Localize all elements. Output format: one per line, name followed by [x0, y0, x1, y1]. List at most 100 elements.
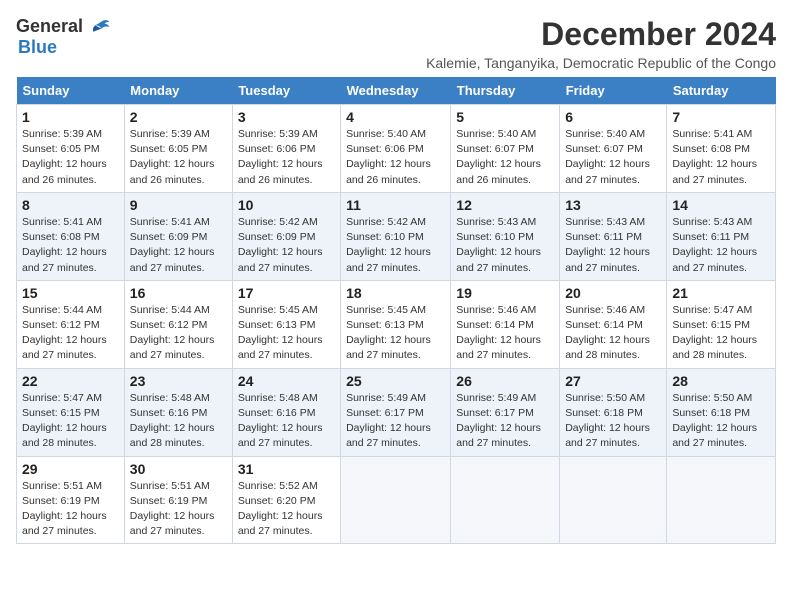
- calendar-cell: 12 Sunrise: 5:43 AMSunset: 6:10 PMDayligh…: [451, 192, 560, 280]
- calendar-cell: [667, 456, 776, 544]
- day-number: 17: [238, 285, 335, 301]
- calendar-cell: 13 Sunrise: 5:43 AMSunset: 6:11 PMDayligh…: [560, 192, 667, 280]
- calendar-cell: 1Sunrise: 5:39 AMSunset: 6:05 PMDaylight…: [17, 105, 125, 193]
- day-info: Sunrise: 5:41 AMSunset: 6:08 PMDaylight:…: [22, 215, 119, 276]
- calendar-cell: [451, 456, 560, 544]
- day-info: Sunrise: 5:46 AMSunset: 6:14 PMDaylight:…: [456, 303, 554, 364]
- day-number: 7: [672, 109, 770, 125]
- day-info: Sunrise: 5:48 AMSunset: 6:16 PMDaylight:…: [238, 391, 335, 452]
- day-info: Sunrise: 5:44 AMSunset: 6:12 PMDaylight:…: [22, 303, 119, 364]
- day-number: 28: [672, 373, 770, 389]
- calendar-cell: 16 Sunrise: 5:44 AMSunset: 6:12 PMDayligh…: [124, 280, 232, 368]
- day-number: 31: [238, 461, 335, 477]
- page-header: General Blue December 2024 Kalemie, Tang…: [16, 16, 776, 71]
- day-number: 15: [22, 285, 119, 301]
- calendar-cell: 28Sunrise: 5:50 AMSunset: 6:18 PMDayligh…: [667, 368, 776, 456]
- day-info: Sunrise: 5:44 AMSunset: 6:12 PMDaylight:…: [130, 303, 227, 364]
- day-info: Sunrise: 5:45 AMSunset: 6:13 PMDaylight:…: [346, 303, 445, 364]
- calendar-cell: 4Sunrise: 5:40 AMSunset: 6:06 PMDaylight…: [341, 105, 451, 193]
- day-number: 21: [672, 285, 770, 301]
- calendar-week-2: 8 Sunrise: 5:41 AMSunset: 6:08 PMDaylight…: [17, 192, 776, 280]
- day-info: Sunrise: 5:43 AMSunset: 6:11 PMDaylight:…: [565, 215, 661, 276]
- logo: General Blue: [16, 16, 111, 58]
- day-number: 23: [130, 373, 227, 389]
- day-number: 29: [22, 461, 119, 477]
- calendar-cell: 5 Sunrise: 5:40 AMSunset: 6:07 PMDaylight…: [451, 105, 560, 193]
- calendar-cell: 3Sunrise: 5:39 AMSunset: 6:06 PMDaylight…: [232, 105, 340, 193]
- calendar-cell: 6 Sunrise: 5:40 AMSunset: 6:07 PMDaylight…: [560, 105, 667, 193]
- day-number: 18: [346, 285, 445, 301]
- day-info: Sunrise: 5:46 AMSunset: 6:14 PMDaylight:…: [565, 303, 661, 364]
- day-info: Sunrise: 5:40 AMSunset: 6:07 PMDaylight:…: [456, 127, 554, 188]
- calendar-cell: 29Sunrise: 5:51 AMSunset: 6:19 PMDayligh…: [17, 456, 125, 544]
- logo-bird-icon: [87, 17, 111, 37]
- day-info: Sunrise: 5:43 AMSunset: 6:10 PMDaylight:…: [456, 215, 554, 276]
- day-info: Sunrise: 5:41 AMSunset: 6:09 PMDaylight:…: [130, 215, 227, 276]
- calendar-week-5: 29 Sunrise: 5:51 AMSunset: 6:19 PMDayligh…: [17, 456, 776, 544]
- day-number: 10: [238, 197, 335, 213]
- calendar-cell: 21 Sunrise: 5:47 AMSunset: 6:15 PMDayligh…: [667, 280, 776, 368]
- day-of-week-thursday: Thursday: [451, 77, 560, 105]
- calendar-cell: 20 Sunrise: 5:46 AMSunset: 6:14 PMDayligh…: [560, 280, 667, 368]
- day-number: 12: [456, 197, 554, 213]
- day-info: Sunrise: 5:47 AMSunset: 6:15 PMDaylight:…: [22, 391, 119, 452]
- day-info: Sunrise: 5:42 AMSunset: 6:10 PMDaylight:…: [346, 215, 445, 276]
- day-number: 14: [672, 197, 770, 213]
- calendar-cell: 18 Sunrise: 5:45 AMSunset: 6:13 PMDayligh…: [341, 280, 451, 368]
- day-number: 20: [565, 285, 661, 301]
- logo-general-text: General: [16, 16, 83, 37]
- day-info: Sunrise: 5:51 AMSunset: 6:19 PMDaylight:…: [130, 479, 227, 540]
- calendar-table: SundayMondayTuesdayWednesdayThursdayFrid…: [16, 77, 776, 544]
- calendar-cell: 10 Sunrise: 5:42 AMSunset: 6:09 PMDayligh…: [232, 192, 340, 280]
- calendar-cell: [341, 456, 451, 544]
- day-number: 22: [22, 373, 119, 389]
- day-info: Sunrise: 5:48 AMSunset: 6:16 PMDaylight:…: [130, 391, 227, 452]
- day-of-week-wednesday: Wednesday: [341, 77, 451, 105]
- day-number: 24: [238, 373, 335, 389]
- day-number: 25: [346, 373, 445, 389]
- day-number: 5: [456, 109, 554, 125]
- month-title: December 2024: [426, 16, 776, 53]
- calendar-cell: 22 Sunrise: 5:47 AMSunset: 6:15 PMDayligh…: [17, 368, 125, 456]
- day-number: 11: [346, 197, 445, 213]
- day-info: Sunrise: 5:49 AMSunset: 6:17 PMDaylight:…: [346, 391, 445, 452]
- calendar-cell: 19Sunrise: 5:46 AMSunset: 6:14 PMDayligh…: [451, 280, 560, 368]
- calendar-cell: 8 Sunrise: 5:41 AMSunset: 6:08 PMDaylight…: [17, 192, 125, 280]
- calendar-cell: 11 Sunrise: 5:42 AMSunset: 6:10 PMDayligh…: [341, 192, 451, 280]
- day-number: 27: [565, 373, 661, 389]
- day-info: Sunrise: 5:39 AMSunset: 6:05 PMDaylight:…: [130, 127, 227, 188]
- day-number: 13: [565, 197, 661, 213]
- day-info: Sunrise: 5:39 AMSunset: 6:06 PMDaylight:…: [238, 127, 335, 188]
- title-section: December 2024 Kalemie, Tanganyika, Democ…: [426, 16, 776, 71]
- calendar-week-4: 22 Sunrise: 5:47 AMSunset: 6:15 PMDayligh…: [17, 368, 776, 456]
- calendar-header-row: SundayMondayTuesdayWednesdayThursdayFrid…: [17, 77, 776, 105]
- day-number: 26: [456, 373, 554, 389]
- day-of-week-saturday: Saturday: [667, 77, 776, 105]
- day-info: Sunrise: 5:52 AMSunset: 6:20 PMDaylight:…: [238, 479, 335, 540]
- day-info: Sunrise: 5:45 AMSunset: 6:13 PMDaylight:…: [238, 303, 335, 364]
- day-number: 4: [346, 109, 445, 125]
- location: Kalemie, Tanganyika, Democratic Republic…: [426, 55, 776, 71]
- calendar-cell: 30 Sunrise: 5:51 AMSunset: 6:19 PMDayligh…: [124, 456, 232, 544]
- calendar-cell: 24 Sunrise: 5:48 AMSunset: 6:16 PMDayligh…: [232, 368, 340, 456]
- day-number: 9: [130, 197, 227, 213]
- day-of-week-sunday: Sunday: [17, 77, 125, 105]
- day-of-week-friday: Friday: [560, 77, 667, 105]
- calendar-cell: 25 Sunrise: 5:49 AMSunset: 6:17 PMDayligh…: [341, 368, 451, 456]
- day-info: Sunrise: 5:47 AMSunset: 6:15 PMDaylight:…: [672, 303, 770, 364]
- day-of-week-tuesday: Tuesday: [232, 77, 340, 105]
- calendar-cell: 17 Sunrise: 5:45 AMSunset: 6:13 PMDayligh…: [232, 280, 340, 368]
- day-number: 8: [22, 197, 119, 213]
- day-number: 16: [130, 285, 227, 301]
- day-number: 1: [22, 109, 119, 125]
- calendar-cell: 27 Sunrise: 5:50 AMSunset: 6:18 PMDayligh…: [560, 368, 667, 456]
- day-info: Sunrise: 5:42 AMSunset: 6:09 PMDaylight:…: [238, 215, 335, 276]
- day-info: Sunrise: 5:40 AMSunset: 6:07 PMDaylight:…: [565, 127, 661, 188]
- calendar-cell: 7Sunrise: 5:41 AMSunset: 6:08 PMDaylight…: [667, 105, 776, 193]
- day-number: 6: [565, 109, 661, 125]
- day-number: 30: [130, 461, 227, 477]
- calendar-cell: [560, 456, 667, 544]
- calendar-cell: 26Sunrise: 5:49 AMSunset: 6:17 PMDayligh…: [451, 368, 560, 456]
- day-info: Sunrise: 5:50 AMSunset: 6:18 PMDaylight:…: [565, 391, 661, 452]
- day-of-week-monday: Monday: [124, 77, 232, 105]
